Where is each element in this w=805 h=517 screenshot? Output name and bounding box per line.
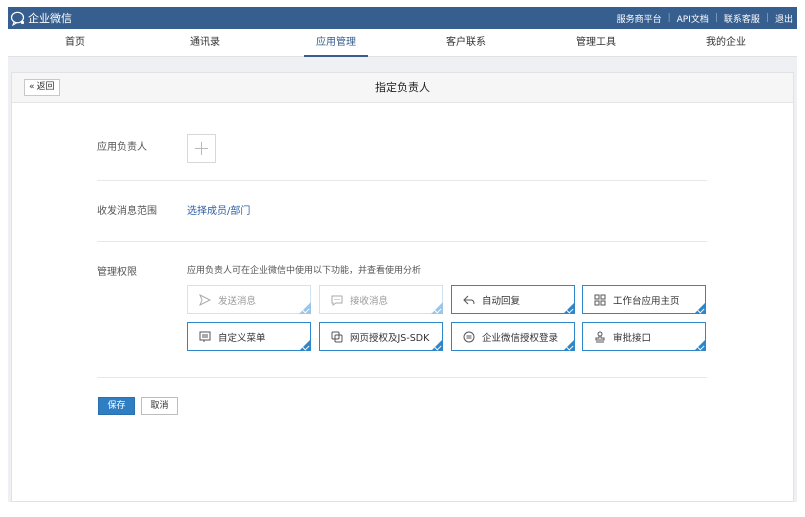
nav-tab-contacts[interactable]: 通讯录 [171, 29, 239, 57]
content-band [8, 57, 797, 72]
permission-label: 发送消息 [218, 295, 257, 307]
permission-approval-api[interactable]: 审批接口 [582, 322, 706, 351]
permission-label: 网页授权及JS-SDK [350, 332, 430, 344]
divider [97, 180, 707, 181]
panel-header: 指定负责人 « 返回 [12, 73, 793, 103]
nav-tab-home[interactable]: 首页 [41, 29, 109, 57]
top-bar: 企业微信 服务商平台 | API文档 | 联系客服 | 退出 [8, 7, 797, 29]
separator: | [714, 13, 718, 23]
stamp-icon [595, 331, 605, 342]
permission-label: 自定义菜单 [218, 332, 266, 344]
permission-label: 审批接口 [613, 332, 652, 344]
scope-label: 收发消息范围 [97, 206, 157, 217]
permission-label: 工作台应用主页 [613, 295, 680, 307]
brand[interactable]: 企业微信 [10, 9, 72, 27]
permission-label: 自动回复 [482, 295, 521, 307]
separator: | [667, 13, 671, 23]
logout-link[interactable]: 退出 [775, 12, 793, 25]
back-button[interactable]: « 返回 [24, 79, 60, 96]
app-name: 企业微信 [28, 12, 72, 25]
grid-icon [594, 294, 606, 305]
cancel-button[interactable]: 取消 [141, 397, 178, 415]
add-owner-button[interactable] [187, 134, 216, 163]
api-docs-link[interactable]: API文档 [677, 12, 709, 25]
provider-platform-link[interactable]: 服务商平台 [617, 12, 662, 25]
web-auth-icon [331, 331, 343, 342]
wecom-logo-icon [10, 11, 25, 26]
permissions-description: 应用负责人可在企业微信中使用以下功能，并查看使用分析 [187, 266, 422, 276]
send-icon [199, 293, 212, 306]
message-icon [331, 295, 343, 306]
nav-tab-my-enterprise[interactable]: 我的企业 [692, 29, 760, 57]
permission-auto-reply[interactable]: 自动回复 [451, 285, 575, 314]
select-members-link[interactable]: 选择成员/部门 [187, 202, 250, 217]
reply-icon [463, 295, 475, 304]
top-links: 服务商平台 | API文档 | 联系客服 | 退出 [617, 7, 793, 29]
page-title: 指定负责人 [375, 81, 430, 94]
main-nav: 首页 通讯录 应用管理 客户联系 管理工具 我的企业 [8, 29, 797, 57]
permission-workbench-homepage[interactable]: 工作台应用主页 [582, 285, 706, 314]
owner-label: 应用负责人 [97, 142, 147, 153]
divider [97, 377, 707, 378]
permissions-label: 管理权限 [97, 267, 137, 278]
nav-tab-app-management[interactable]: 应用管理 [304, 29, 368, 57]
separator: | [765, 13, 769, 23]
contact-support-link[interactable]: 联系客服 [724, 12, 760, 25]
permission-label: 接收消息 [350, 295, 389, 307]
nav-tab-management-tools[interactable]: 管理工具 [562, 29, 630, 57]
permission-web-auth-js-sdk[interactable]: 网页授权及JS-SDK [319, 322, 443, 351]
divider [97, 241, 707, 242]
permission-custom-menu[interactable]: 自定义菜单 [187, 322, 311, 351]
nav-tab-customer-contact[interactable]: 客户联系 [432, 29, 500, 57]
permission-label: 企业微信授权登录 [482, 332, 559, 344]
content-gutter-right [794, 72, 797, 502]
back-button-label: 返回 [36, 82, 55, 92]
save-button[interactable]: 保存 [98, 397, 135, 415]
permission-receive-message[interactable]: 接收消息 [319, 285, 443, 314]
permission-wecom-auth-login[interactable]: 企业微信授权登录 [451, 322, 575, 351]
login-icon [463, 331, 475, 342]
menu-icon [199, 331, 211, 342]
owner-panel: 指定负责人 « 返回 应用负责人 收发消息范围 选择成员/部门 管理权限 应用负… [11, 72, 794, 502]
permission-send-message[interactable]: 发送消息 [187, 285, 311, 314]
double-chevron-left-icon: « [29, 82, 35, 92]
